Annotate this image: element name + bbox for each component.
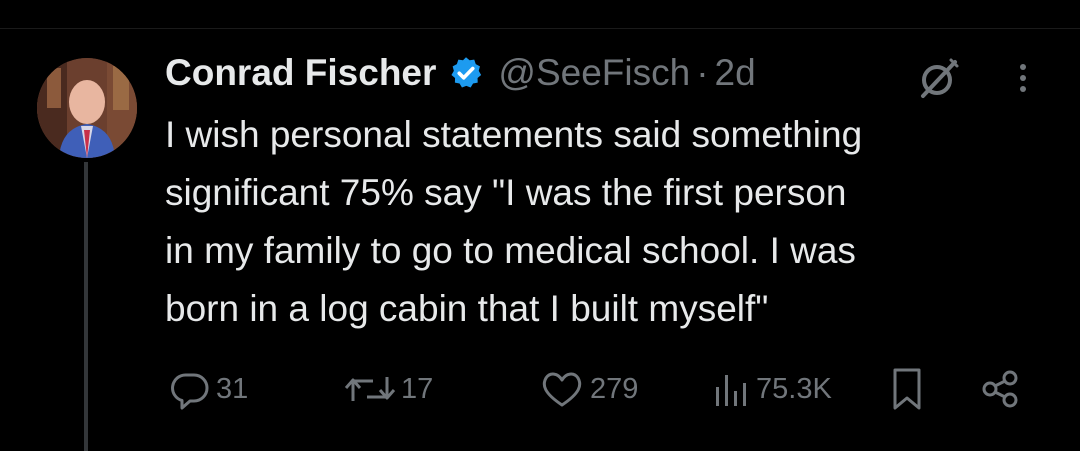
retweet-icon (344, 377, 396, 401)
author-handle[interactable]: @SeeFisch (498, 52, 690, 94)
share-button[interactable] (978, 362, 1022, 416)
heart-icon (542, 372, 582, 407)
views-icon (716, 375, 746, 406)
avatar[interactable] (37, 58, 137, 158)
views-count: 75.3K (756, 372, 832, 405)
reply-count: 31 (216, 372, 249, 405)
reply-button[interactable]: 31 (168, 362, 248, 416)
retweet-button[interactable]: 17 (343, 362, 433, 416)
bookmark-icon (893, 368, 921, 410)
grok-icon[interactable] (915, 54, 963, 102)
separator-dot: · (696, 52, 709, 93)
avatar-image (37, 58, 137, 158)
reply-icon (171, 373, 209, 410)
timestamp[interactable]: 2d (715, 52, 756, 94)
verified-badge-icon (448, 55, 484, 91)
like-count: 279 (590, 372, 639, 405)
tweet-text: I wish personal statements said somethin… (165, 114, 863, 329)
tweet-header: Conrad Fischer @SeeFisch · 2d (165, 50, 756, 96)
share-icon (982, 370, 1018, 408)
bookmark-button[interactable] (887, 362, 927, 416)
like-button[interactable]: 279 (538, 362, 638, 416)
thread-line (84, 162, 88, 451)
retweet-count: 17 (401, 372, 434, 405)
top-divider (0, 28, 1080, 29)
more-icon[interactable] (1008, 57, 1038, 99)
action-bar: 31 17 279 75.3K (160, 362, 1060, 416)
author-name[interactable]: Conrad Fischer (165, 52, 436, 94)
views-button[interactable]: 75.3K (708, 362, 832, 416)
